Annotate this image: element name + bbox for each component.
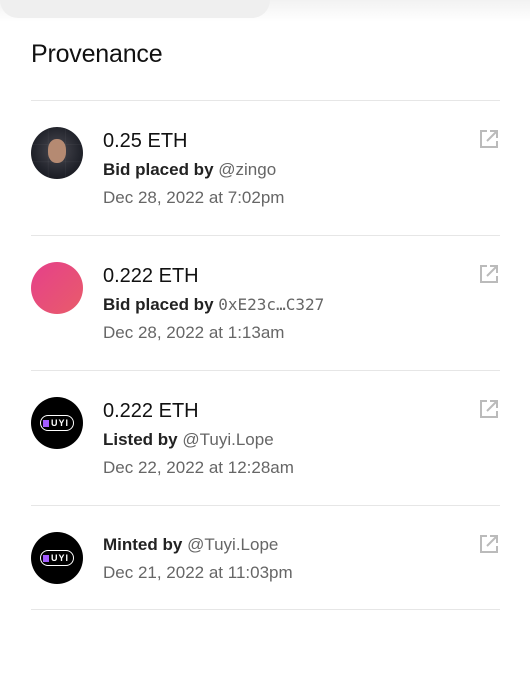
action-label: Bid placed by (103, 295, 214, 314)
external-link-icon[interactable] (478, 398, 500, 420)
tuyi-logo-avatar[interactable]: UYI (31, 397, 83, 449)
event-date: Dec 28, 2022 at 1:13am (103, 323, 285, 342)
external-link-icon[interactable] (478, 263, 500, 285)
user-link[interactable]: @Tuyi.Lope (187, 535, 278, 554)
action-label: Bid placed by (103, 160, 214, 179)
price: 0.222 ETH (103, 400, 199, 422)
external-link-icon[interactable] (478, 128, 500, 150)
logo-text: UYI (50, 553, 69, 563)
logo-text: UYI (50, 418, 69, 428)
action-label: Listed by (103, 430, 178, 449)
event-date: Dec 21, 2022 at 11:03pm (103, 563, 293, 582)
wallet-address-link[interactable]: 0xE23c…C327 (218, 295, 324, 314)
tuyi-logo-avatar[interactable]: UYI (31, 532, 83, 584)
provenance-item: UYI 0.222 ETH Listed by @Tuyi.Lope Dec 2… (31, 370, 500, 505)
provenance-item: 0.25 ETH Bid placed by @zingo Dec 28, 20… (31, 100, 500, 235)
event-date: Dec 22, 2022 at 12:28am (103, 458, 294, 477)
price: 0.25 ETH (103, 130, 188, 152)
tuyi-logo: UYI (39, 415, 74, 431)
action-line: Listed by @Tuyi.Lope (103, 428, 294, 452)
provenance-list: 0.25 ETH Bid placed by @zingo Dec 28, 20… (31, 100, 500, 610)
action-line: Minted by @Tuyi.Lope (103, 533, 293, 557)
gradient-avatar[interactable] (31, 262, 83, 314)
provenance-item: 0.222 ETH Bid placed by 0xE23c…C327 Dec … (31, 235, 500, 370)
tuyi-logo: UYI (39, 550, 74, 566)
provenance-item: UYI Minted by @Tuyi.Lope Dec 21, 2022 at… (31, 505, 500, 610)
action-line: Bid placed by @zingo (103, 158, 284, 182)
external-link-icon[interactable] (478, 533, 500, 555)
action-label: Minted by (103, 535, 183, 554)
user-link[interactable]: @zingo (218, 160, 276, 179)
event-date: Dec 28, 2022 at 7:02pm (103, 188, 285, 207)
action-line: Bid placed by 0xE23c…C327 (103, 293, 324, 317)
user-link[interactable]: @Tuyi.Lope (182, 430, 273, 449)
user-photo-avatar[interactable] (31, 127, 83, 179)
price: 0.222 ETH (103, 265, 199, 287)
top-fade (0, 0, 530, 22)
provenance-heading: Provenance (31, 40, 163, 68)
